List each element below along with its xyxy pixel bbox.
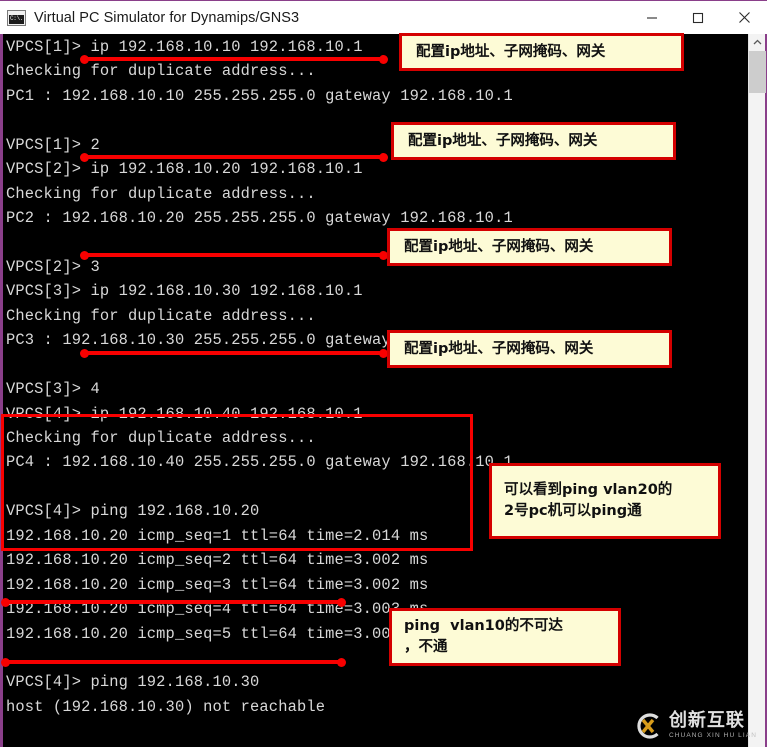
- terminal-line: PC1 : 192.168.10.10 255.255.255.0 gatewa…: [6, 86, 513, 105]
- terminal-line: 192.168.10.20 icmp_seq=3 ttl=64 time=3.0…: [6, 575, 429, 594]
- minimize-button[interactable]: [629, 1, 675, 34]
- terminal-line: VPCS[4]> ping 192.168.10.30: [6, 673, 260, 692]
- callout-text: 配置ip地址、子网掩码、网关: [404, 340, 594, 357]
- console-icon: [7, 9, 26, 26]
- window-title: Virtual PC Simulator for Dynamips/GNS3: [34, 9, 300, 26]
- window-controls: [629, 1, 767, 34]
- terminal-line: Checking for duplicate address...: [6, 306, 316, 325]
- annotation-underline: [80, 54, 388, 64]
- terminal-line: 192.168.10.20 icmp_seq=2 ttl=64 time=3.0…: [6, 551, 429, 570]
- annotation-underline: [1, 657, 346, 667]
- app-window: Virtual PC Simulator for Dynamips/GNS3 V…: [0, 0, 767, 747]
- brand-logo-icon: [633, 711, 663, 741]
- watermark-cn: 创新互联: [668, 710, 745, 732]
- terminal-line: VPCS[3]> 4: [6, 380, 100, 399]
- close-button[interactable]: [721, 1, 767, 34]
- terminal-line: Checking for duplicate address...: [6, 184, 316, 203]
- callout-box-5: 可以看到ping vlan20的 2号pc机可以ping通: [489, 463, 721, 539]
- ping-success-highlight: [1, 414, 473, 551]
- annotation-underline: [80, 250, 388, 260]
- watermark-en: CHUANG XIN HU LIAN: [668, 732, 757, 740]
- callout-box-1: 配置ip地址、子网掩码、网关: [399, 33, 684, 71]
- callout-box-3: 配置ip地址、子网掩码、网关: [387, 228, 672, 266]
- terminal-line: host (192.168.10.30) not reachable: [6, 697, 326, 716]
- callout-text: 配置ip地址、子网掩码、网关: [408, 132, 598, 149]
- scrollbar-thumb[interactable]: [749, 51, 766, 93]
- callout-text: ping vlan10的不可达 ，不通: [404, 618, 563, 655]
- callout-text: 可以看到ping vlan20的 2号pc机可以ping通: [504, 482, 673, 519]
- watermark: 创新互联 CHUANG XIN HU LIAN: [633, 711, 757, 741]
- annotation-underline: [1, 597, 346, 607]
- watermark-text: 创新互联 CHUANG XIN HU LIAN: [669, 712, 757, 740]
- window-titlebar: Virtual PC Simulator for Dynamips/GNS3: [0, 0, 767, 34]
- maximize-button[interactable]: [675, 1, 721, 34]
- terminal-line: PC2 : 192.168.10.20 255.255.255.0 gatewa…: [6, 209, 513, 228]
- terminal-line: VPCS[3]> ip 192.168.10.30 192.168.10.1: [6, 282, 363, 301]
- callout-box-4: 配置ip地址、子网掩码、网关: [387, 330, 672, 368]
- terminal-scrollbar[interactable]: [748, 34, 766, 747]
- callout-box-6: ping vlan10的不可达 ，不通: [389, 608, 621, 666]
- callout-text: 配置ip地址、子网掩码、网关: [404, 238, 594, 255]
- chevron-up-icon[interactable]: [749, 34, 766, 51]
- callout-text: 配置ip地址、子网掩码、网关: [416, 43, 606, 60]
- annotation-underline: [80, 152, 388, 162]
- callout-box-2: 配置ip地址、子网掩码、网关: [391, 122, 676, 160]
- annotation-underline: [80, 348, 388, 358]
